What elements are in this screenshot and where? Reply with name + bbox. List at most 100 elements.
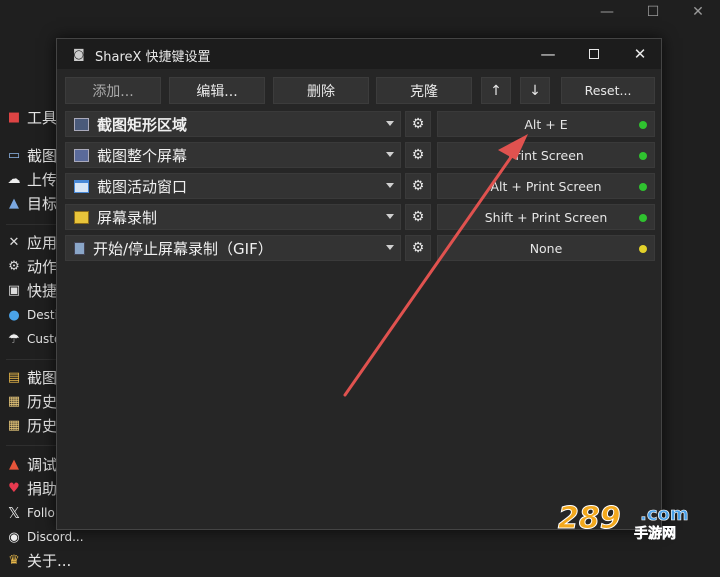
task-settings-button[interactable]: ⚙ — [405, 142, 431, 168]
cloud-icon: ☂ — [8, 331, 20, 347]
hotkey-label: Print Screen — [508, 147, 584, 163]
menu-separator — [6, 224, 56, 225]
hotkey-label: Alt + E — [524, 116, 568, 132]
cone-icon: ▲ — [9, 456, 19, 472]
cloud-upload-icon: ☁ — [7, 171, 21, 187]
shortcut-icon: ▣ — [7, 282, 21, 298]
hotkey-input[interactable]: Alt + E — [437, 111, 655, 137]
dialog-minimize-button[interactable]: — — [525, 39, 571, 69]
menu-item-custom-uploader[interactable]: ☂ Custo — [6, 328, 61, 350]
menu-item-task-settings[interactable]: ⚙ 动作 — [6, 255, 57, 277]
crown-icon: ♛ — [8, 552, 20, 568]
task-settings-button[interactable]: ⚙ — [405, 173, 431, 199]
watermark-suffix: .com — [640, 504, 689, 525]
hotkey-settings-dialog: ◙ ShareX 快捷键设置 — ✕ 添加... 编辑... 删除 克隆 ↑ ↓… — [56, 38, 662, 530]
chevron-down-icon — [386, 245, 394, 250]
fullscreen-capture-icon — [74, 148, 89, 162]
hotkey-row: 开始/停止屏幕录制（GIF） ⚙ None — [65, 235, 655, 261]
dialog-titlebar: ◙ ShareX 快捷键设置 — ✕ — [57, 39, 661, 69]
hotkey-row: 截图整个屏幕 ⚙ Print Screen — [65, 142, 655, 168]
globe-icon: ● — [8, 307, 20, 323]
task-label: 开始/停止屏幕录制（GIF） — [93, 239, 273, 258]
add-button[interactable]: 添加... — [65, 77, 161, 104]
menu-item-debug[interactable]: ▲ 调试 — [6, 453, 57, 475]
task-label: 截图整个屏幕 — [97, 146, 188, 165]
hotkey-label: None — [529, 240, 563, 256]
gear-icon: ⚙ — [411, 240, 425, 256]
minimize-icon[interactable]: — — [597, 2, 617, 22]
hotkey-input[interactable]: None — [437, 235, 655, 261]
task-select[interactable]: 截图整个屏幕 — [65, 142, 401, 168]
dialog-maximize-button[interactable] — [571, 39, 617, 69]
task-settings-button[interactable]: ⚙ — [405, 235, 431, 261]
menu-item-upload[interactable]: ☁ 上传 — [6, 168, 58, 190]
menu-item-capture[interactable]: ▭ 截图 — [6, 144, 57, 166]
menu-item-about[interactable]: ♛ 关于... — [6, 549, 71, 571]
status-dot — [639, 245, 647, 253]
status-dot — [639, 152, 647, 160]
task-label: 截图矩形区域 — [97, 115, 188, 134]
task-settings-button[interactable]: ⚙ — [405, 204, 431, 230]
menu-item-history[interactable]: ▦ 历史 — [6, 390, 57, 412]
task-select[interactable]: 屏幕录制 — [65, 204, 401, 230]
chevron-down-icon — [386, 214, 394, 219]
dialog-close-button[interactable]: ✕ — [617, 39, 663, 69]
task-select[interactable]: 开始/停止屏幕录制（GIF） — [65, 235, 401, 261]
menu-item-hotkey-settings[interactable]: ▣ 快捷 — [6, 279, 57, 301]
watermark-number: 289 — [558, 501, 621, 536]
gear-icon: ⚙ — [411, 147, 425, 163]
gear-icon: ⚙ — [411, 209, 425, 225]
gear-icon: ⚙ — [411, 178, 425, 194]
menu-separator — [6, 445, 56, 446]
move-down-button[interactable]: ↓ — [520, 77, 550, 104]
hotkey-input[interactable]: Alt + Print Screen — [437, 173, 655, 199]
hotkey-row: 截图活动窗口 ⚙ Alt + Print Screen — [65, 173, 655, 199]
task-select[interactable]: 截图活动窗口 — [65, 173, 401, 199]
menu-item-app-settings[interactable]: ✕ 应用 — [6, 231, 57, 253]
watermark-subtitle: 手游网 — [634, 525, 676, 542]
chevron-down-icon — [386, 183, 394, 188]
history-icon: ▦ — [7, 393, 21, 409]
gear-icon: ⚙ — [8, 258, 20, 274]
status-dot — [639, 121, 647, 129]
delete-button[interactable]: 删除 — [273, 77, 369, 104]
move-up-button[interactable]: ↑ — [481, 77, 511, 104]
hotkey-input[interactable]: Print Screen — [437, 142, 655, 168]
chevron-down-icon — [386, 121, 394, 126]
menu-item-destinations[interactable]: ● Desti — [6, 304, 58, 326]
close-icon: ✕ — [633, 45, 647, 63]
menu-item-destination[interactable]: ▲ 目标 — [6, 192, 57, 214]
reset-button[interactable]: Reset... — [561, 77, 655, 104]
clone-button[interactable]: 克隆 — [376, 77, 472, 104]
task-settings-button[interactable]: ⚙ — [405, 111, 431, 137]
discord-icon: ◉ — [8, 529, 20, 545]
background-titlebar: — ☐ ✕ — [0, 0, 720, 28]
gif-record-icon — [74, 241, 85, 255]
status-dot — [639, 183, 647, 191]
hotkey-label: Alt + Print Screen — [490, 178, 602, 194]
menu-item-follow[interactable]: 𝕏 Follo — [6, 502, 55, 524]
watermark-logo: 289 .com 手游网 — [558, 501, 689, 543]
heart-icon: ♥ — [8, 480, 20, 496]
hotkey-input[interactable]: Shift + Print Screen — [437, 204, 655, 230]
maximize-icon — [589, 49, 599, 59]
hotkey-row: 截图矩形区域 ⚙ Alt + E — [65, 111, 655, 137]
close-icon[interactable]: ✕ — [688, 2, 708, 22]
maximize-icon[interactable]: ☐ — [643, 2, 663, 22]
app-icon: ◙ — [73, 47, 85, 61]
gear-icon: ⚙ — [411, 116, 425, 132]
task-select[interactable]: 截图矩形区域 — [65, 111, 401, 137]
task-label: 屏幕录制 — [97, 208, 158, 227]
menu-item-image-history[interactable]: ▦ 历史 — [6, 414, 57, 436]
status-dot — [639, 214, 647, 222]
hotkey-label: Shift + Print Screen — [484, 209, 608, 225]
target-icon: ▲ — [9, 195, 19, 211]
x-logo-icon: 𝕏 — [7, 504, 21, 522]
menu-item-screenshots-folder[interactable]: ▤ 截图 — [6, 366, 57, 388]
edit-button[interactable]: 编辑... — [169, 77, 265, 104]
menu-item-donate[interactable]: ♥ 捐助 — [6, 477, 57, 499]
menu-item-tools[interactable]: ■ 工具 — [6, 106, 57, 128]
history-grid-icon: ▦ — [7, 417, 21, 433]
task-label: 截图活动窗口 — [97, 177, 188, 196]
region-capture-icon — [74, 117, 89, 131]
